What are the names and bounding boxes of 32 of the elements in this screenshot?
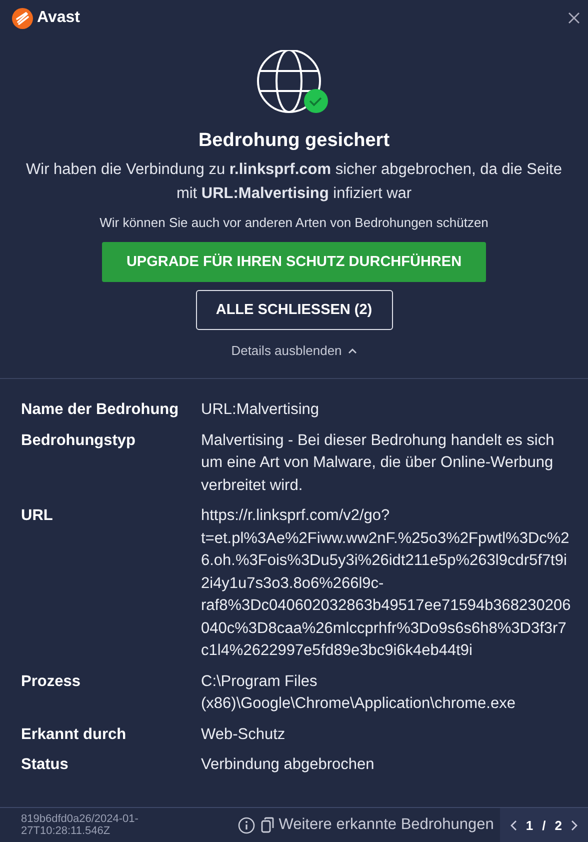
detail-label: Erkannt durch bbox=[21, 724, 128, 744]
more-threats-link[interactable]: Weitere erkannte Bedrohungen bbox=[260, 816, 494, 834]
globe-check-icon bbox=[257, 50, 331, 116]
copy-icon bbox=[260, 817, 275, 833]
app-logo-icon bbox=[12, 8, 33, 28]
detail-value: C:\Program Files (x86)\Google\Chrome\Application\chrome.exe bbox=[201, 672, 516, 714]
detail-value: Verbindung abgebrochen bbox=[201, 755, 376, 775]
close-icon[interactable] bbox=[568, 12, 580, 24]
page-number: 1 bbox=[526, 818, 534, 832]
detail-value: URL:Malvertising bbox=[201, 400, 320, 420]
detail-label: Prozess bbox=[21, 672, 82, 692]
next-icon[interactable] bbox=[571, 820, 578, 830]
detail-value: Web-Schutz bbox=[201, 724, 286, 744]
alert-message: Wir haben die Verbindung zu r.linksprf.com sicher abgebrochen, da die Seite mit URL:Malvertising infiziert war bbox=[25, 160, 563, 204]
page-separator: / bbox=[542, 818, 546, 832]
detail-label: URL bbox=[21, 506, 54, 526]
info-icon[interactable] bbox=[238, 816, 255, 834]
app-name: Avast bbox=[37, 9, 80, 27]
previous-icon[interactable] bbox=[510, 820, 517, 830]
detail-value: https://r.linksprf.com/v2/go?t=et.pl%3Ae%2Fiww.ww2nF.%25o3%2Fpwtl%3Dc%26.oh.%3Fois%3Du5y3i%26idt211e5p%263l9cdr5f7t9i2i4y1u7s3o3.8o6%266l9c-raf8%3Dc040602032863b49517ee71594b368230206040c%3D8caa%26mlccprhfr%3Do9s6s6h8%3D3f3r7c1l4%2622997e5fd89e3bc9i6k4eb44t9i bbox=[201, 506, 571, 661]
page-total: 2 bbox=[554, 818, 562, 832]
detail-label: Status bbox=[21, 755, 70, 775]
details-toggle[interactable]: Details ausblenden bbox=[227, 339, 361, 362]
upgrade-button[interactable]: UPGRADE FÜR IHREN SCHUTZ DURCHFÜHREN bbox=[102, 242, 486, 282]
detail-label: Bedrohungstyp bbox=[21, 430, 137, 450]
detail-value: Malvertising - Bei dieser Bedrohung handelt es sich um eine Art von Malware, die über Online-Werbung verbreitet wird. bbox=[201, 430, 556, 496]
close-all-button[interactable]: ALLE SCHLIESSEN (2) bbox=[196, 290, 392, 330]
alert-title: Bedrohung gesichert bbox=[198, 130, 390, 152]
upsell-text: Wir können Sie auch vor anderen Arten von Bedrohungen schützen bbox=[100, 215, 488, 230]
caret-icon bbox=[348, 348, 357, 354]
detail-label: Name der Bedrohung bbox=[21, 400, 180, 420]
threat-id: 819b6dfd0a26/2024-01-27T10:28:11.546Z bbox=[21, 813, 140, 837]
